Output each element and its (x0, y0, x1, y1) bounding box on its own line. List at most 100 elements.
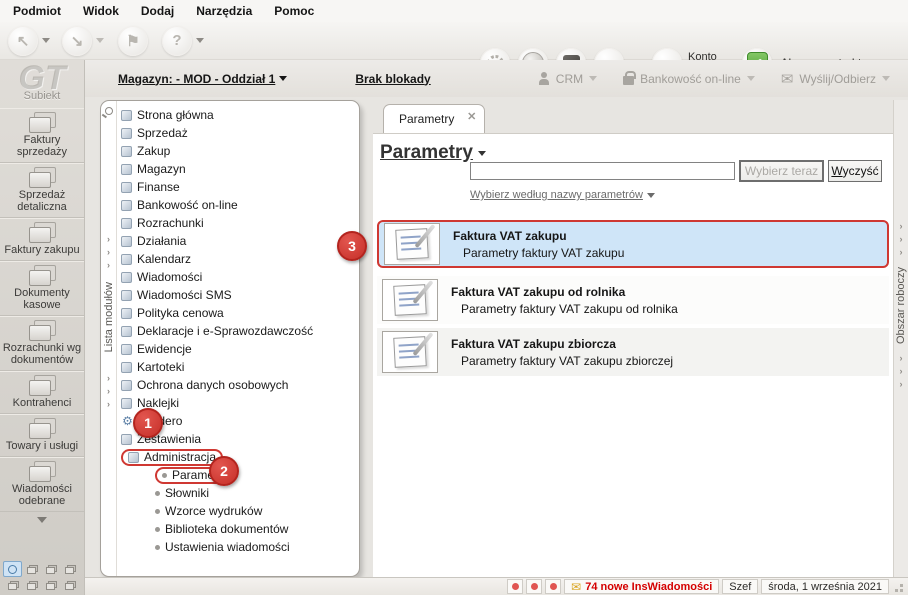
sidebar-item-sprzedaz-detaliczna[interactable]: Sprzedaż detaliczna (0, 163, 84, 218)
tree-item-wiadomosci[interactable]: Wiadomości (119, 268, 359, 286)
files-icon (121, 361, 132, 373)
tree-item-rozrachunki[interactable]: Rozrachunki (119, 214, 359, 232)
mini-module[interactable] (3, 577, 22, 593)
banking-button[interactable]: Bankowość on-line (623, 71, 755, 86)
tree-item-dzialania[interactable]: Działania (119, 232, 359, 250)
tree-item-finanse[interactable]: Finanse (119, 178, 359, 196)
mini-module[interactable] (41, 561, 60, 577)
sidebar-item-wiadomosci[interactable]: Wiadomości odebrane (0, 457, 84, 512)
tree-item-ewidencje[interactable]: Ewidencje (119, 340, 359, 358)
parameter-search-input[interactable] (470, 162, 735, 180)
tree-item-slowniki[interactable]: Słowniki (119, 484, 359, 502)
toolbar: ↖ ↘ ⚑ ? ☁ KontoInsERT ✔ Abonament aktywn… (0, 22, 908, 78)
main-panel: Parametry Wybierz teraz Wyczyść Wybierz … (373, 133, 893, 577)
settlements-icon (121, 217, 132, 229)
chevron-right-icon[interactable]: › (107, 385, 110, 398)
purchase-icon (121, 145, 132, 157)
messages-counter[interactable]: ✉ 74 nowe InsWiadomości (564, 579, 720, 594)
sales-invoices-icon (28, 112, 56, 133)
context-bar: Magazyn: - MOD - Oddział 1 Brak blokady … (85, 60, 908, 97)
magnifier-icon[interactable] (104, 107, 113, 115)
tree-item-polityka-cenowa[interactable]: Polityka cenowa (119, 304, 359, 322)
menu-podmiot[interactable]: Podmiot (2, 4, 72, 18)
forward-dropdown-icon[interactable] (96, 38, 104, 43)
clear-button[interactable]: Wyczyść (828, 160, 882, 182)
chevron-right-icon[interactable]: › (107, 259, 110, 272)
actions-icon (121, 235, 132, 247)
tree-item-administracja[interactable]: Administracja (119, 448, 359, 466)
chevron-right-icon[interactable]: › (107, 233, 110, 246)
workspace-strip[interactable]: › › › Obszar roboczy › › › (893, 100, 908, 577)
tree-item-sprzedaz[interactable]: Sprzedaż (119, 124, 359, 142)
back-dropdown-icon[interactable] (42, 38, 50, 43)
tree-item-ustawienia-wiadomosci[interactable]: Ustawienia wiadomości (119, 538, 359, 556)
tree-item-ochrona-danych[interactable]: Ochrona danych osobowych (119, 376, 359, 394)
list-item-faktura-vat-zakupu[interactable]: Faktura VAT zakupu Parametry faktury VAT… (377, 220, 889, 268)
help-icon[interactable]: ? (162, 25, 192, 56)
resize-grip[interactable] (892, 581, 904, 593)
mini-module[interactable] (60, 561, 79, 577)
sidebar-item-rozrachunki[interactable]: Rozrachunki wg dokumentów (0, 316, 84, 371)
tree-item-wiadomosci-sms[interactable]: Wiadomości SMS (119, 286, 359, 304)
close-icon[interactable]: ✕ (467, 110, 476, 123)
lock-status-link[interactable]: Brak blokady (355, 72, 430, 86)
menu-pomoc[interactable]: Pomoc (263, 4, 325, 18)
inbox-messages-icon (28, 461, 56, 482)
tree-item-parametry[interactable]: Parametry (119, 466, 359, 484)
stack-icon (26, 565, 38, 574)
chevron-right-icon[interactable]: › (107, 246, 110, 259)
filter-by-name-link[interactable]: Wybierz według nazwy parametrów (470, 189, 655, 201)
sidebar-item-faktury-sprzedazy[interactable]: Faktury sprzedaży (0, 108, 84, 163)
mini-module[interactable] (22, 561, 41, 577)
sidebar-item-kontrahenci[interactable]: Kontrahenci (0, 371, 84, 414)
help-dropdown-icon[interactable] (196, 38, 204, 43)
annotation-step-1: 1 (133, 408, 163, 438)
chevron-right-icon[interactable]: › (107, 398, 110, 411)
mini-module[interactable] (41, 577, 60, 593)
purchase-invoices-icon (28, 222, 56, 243)
crm-button[interactable]: CRM (538, 72, 598, 86)
tree-item-zakup[interactable]: Zakup (119, 142, 359, 160)
parameter-doc-icon (382, 279, 438, 321)
menu-narzedzia[interactable]: Narzędzia (185, 4, 263, 18)
mini-module[interactable] (22, 577, 41, 593)
forward-arrow-icon[interactable]: ↘ (62, 25, 92, 56)
tree-item-deklaracje[interactable]: Deklaracje i e-Sprawozdawczość (119, 322, 359, 340)
annotation-step-2: 2 (209, 456, 239, 486)
mini-module[interactable] (60, 577, 79, 593)
tree-item-kalendarz[interactable]: Kalendarz (119, 250, 359, 268)
list-item-faktura-od-rolnika[interactable]: Faktura VAT zakupu od rolnika Parametry … (377, 276, 889, 324)
parameter-doc-icon (384, 223, 440, 265)
module-sidebar: GT Subiekt Faktury sprzedaży Sprzedaż de… (0, 60, 85, 595)
flag-icon[interactable]: ⚑ (118, 25, 148, 56)
tree-item-strona-glowna[interactable]: Strona główna (119, 106, 359, 124)
sidebar-item-faktury-zakupu[interactable]: Faktury zakupu (0, 218, 84, 261)
tab-parametry[interactable]: Parametry ✕ (383, 104, 486, 133)
tree-item-wzorce-wydrukow[interactable]: Wzorce wydruków (119, 502, 359, 520)
chevron-right-icon: › (899, 221, 903, 231)
menu-widok[interactable]: Widok (72, 4, 130, 18)
sidebar-item-dokumenty-kasowe[interactable]: Dokumenty kasowe (0, 261, 84, 316)
module-tree-panel: › › › Lista modułów › › › Strona główna … (100, 100, 360, 577)
menu-dodaj[interactable]: Dodaj (130, 4, 185, 18)
chevron-right-icon[interactable]: › (107, 372, 110, 385)
page-title[interactable]: Parametry (380, 142, 486, 164)
tree-item-biblioteka[interactable]: Biblioteka dokumentów (119, 520, 359, 538)
send-receive-button[interactable]: ✉ Wyślij/Odbierz (781, 70, 890, 88)
select-now-button[interactable]: Wybierz teraz (739, 160, 824, 182)
mini-module-selected[interactable] (3, 561, 22, 577)
tree-item-magazyn[interactable]: Magazyn (119, 160, 359, 178)
sidebar-item-towary[interactable]: Towary i usługi (0, 414, 84, 457)
back-arrow-icon[interactable]: ↖ (8, 25, 38, 56)
records-icon (121, 343, 132, 355)
magazyn-selector[interactable]: Magazyn: - MOD - Oddział 1 (118, 72, 288, 86)
tree-item-kartoteki[interactable]: Kartoteki (119, 358, 359, 376)
contractors-icon (28, 375, 56, 396)
chevron-right-icon: › (899, 353, 903, 364)
tree-item-bankowosc[interactable]: Bankowość on-line (119, 196, 359, 214)
declarations-icon (121, 325, 132, 337)
status-indicator (545, 579, 562, 594)
chevron-right-icon: › (899, 366, 903, 377)
sidebar-more-icon[interactable] (37, 517, 47, 523)
list-item-faktura-zbiorcza[interactable]: Faktura VAT zakupu zbiorcza Parametry fa… (377, 328, 889, 376)
